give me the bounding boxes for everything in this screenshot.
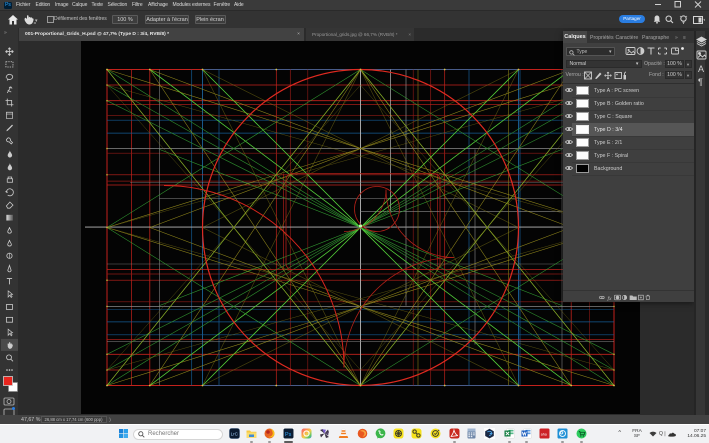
svg-text:LrC: LrC — [230, 431, 238, 436]
svg-text:fx: fx — [608, 294, 613, 300]
svg-text:aha: aha — [540, 432, 546, 436]
svg-text:¶: ¶ — [698, 77, 703, 87]
svg-text:A: A — [698, 64, 704, 74]
svg-text:Ps: Ps — [285, 432, 292, 438]
